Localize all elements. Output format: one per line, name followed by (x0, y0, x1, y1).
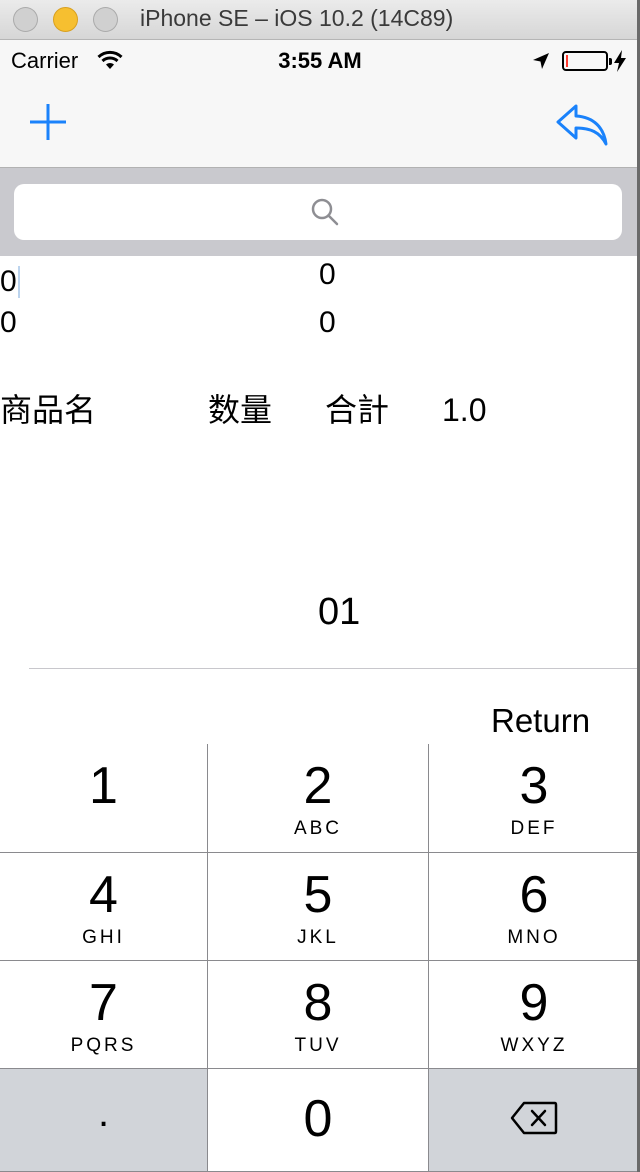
key-9[interactable]: 9 WXYZ (429, 961, 640, 1069)
key-letters: WXYZ (500, 1035, 568, 1056)
key-5[interactable]: 5 JKL (208, 853, 429, 961)
window-zoom-button[interactable] (93, 7, 118, 32)
key-digit: . (97, 1091, 110, 1135)
key-3[interactable]: 3 DEF (429, 744, 640, 853)
row2-left-value: 0 (0, 306, 17, 339)
window-close-button[interactable] (13, 7, 38, 32)
text-cursor (18, 266, 20, 298)
window-title: iPhone SE – iOS 10.2 (14C89) (140, 5, 454, 31)
key-digit: 4 (89, 866, 118, 924)
key-letters: TUV (294, 1035, 342, 1056)
product-name-header: 商品名 (0, 392, 97, 428)
key-4[interactable]: 4 GHI (0, 853, 208, 961)
key-digit: 7 (89, 974, 118, 1032)
key-2[interactable]: 2 ABC (208, 744, 429, 853)
key-letters: JKL (297, 927, 339, 948)
key-digit: 9 (519, 974, 549, 1032)
key-1[interactable]: 1 (0, 744, 208, 853)
key-8[interactable]: 8 TUV (208, 961, 429, 1069)
key-7[interactable]: 7 PQRS (0, 961, 208, 1069)
reply-arrow-icon (556, 104, 608, 146)
window-minimize-button[interactable] (53, 7, 78, 32)
status-bar: Carrier 3:55 AM (0, 40, 640, 80)
key-letters: ABC (293, 818, 343, 839)
delete-key[interactable] (429, 1069, 640, 1172)
navigation-bar (0, 80, 640, 168)
total-value: 1.0 (442, 392, 487, 428)
add-button[interactable] (28, 102, 68, 142)
key-digit: 0 (303, 1090, 333, 1148)
key-digit: 3 (519, 757, 549, 815)
search-input[interactable] (14, 184, 622, 240)
backspace-icon (510, 1101, 558, 1135)
key-6[interactable]: 6 MNO (429, 853, 640, 961)
row2-right-value: 0 (319, 306, 336, 339)
return-button[interactable]: Return (491, 701, 590, 741)
separator-line (29, 668, 640, 669)
row1-right-value: 0 (319, 258, 336, 291)
search-bar (0, 168, 640, 256)
location-arrow-icon (531, 51, 551, 76)
key-decimal-point[interactable]: . (0, 1069, 208, 1172)
reply-button[interactable] (554, 100, 610, 148)
battery-icon (562, 51, 612, 71)
quantity-header: 数量 (208, 392, 273, 428)
key-0[interactable]: 0 (208, 1069, 429, 1172)
simulator-title-bar: iPhone SE – iOS 10.2 (14C89) (0, 0, 640, 40)
key-letters: GHI (82, 927, 125, 948)
key-digit: 1 (89, 757, 118, 815)
row1-left-field[interactable]: 0 (0, 264, 17, 300)
quantity-input[interactable]: 01 (318, 592, 360, 632)
key-digit: 5 (303, 866, 333, 924)
total-header: 合計 (325, 392, 390, 428)
charging-bolt-icon (614, 50, 626, 77)
key-letters: MNO (507, 927, 561, 948)
plus-icon (30, 104, 66, 140)
key-digit: 2 (303, 757, 333, 815)
key-digit: 6 (519, 866, 549, 924)
key-letters: PQRS (70, 1035, 137, 1056)
search-icon (310, 197, 340, 232)
number-keypad: 1 2 ABC 3 DEF 4 GHI 5 JKL 6 MNO 7 PQRS 8… (0, 744, 640, 1172)
battery-level-fill (566, 55, 568, 67)
key-letters: DEF (510, 818, 558, 839)
key-digit: 8 (303, 974, 333, 1032)
